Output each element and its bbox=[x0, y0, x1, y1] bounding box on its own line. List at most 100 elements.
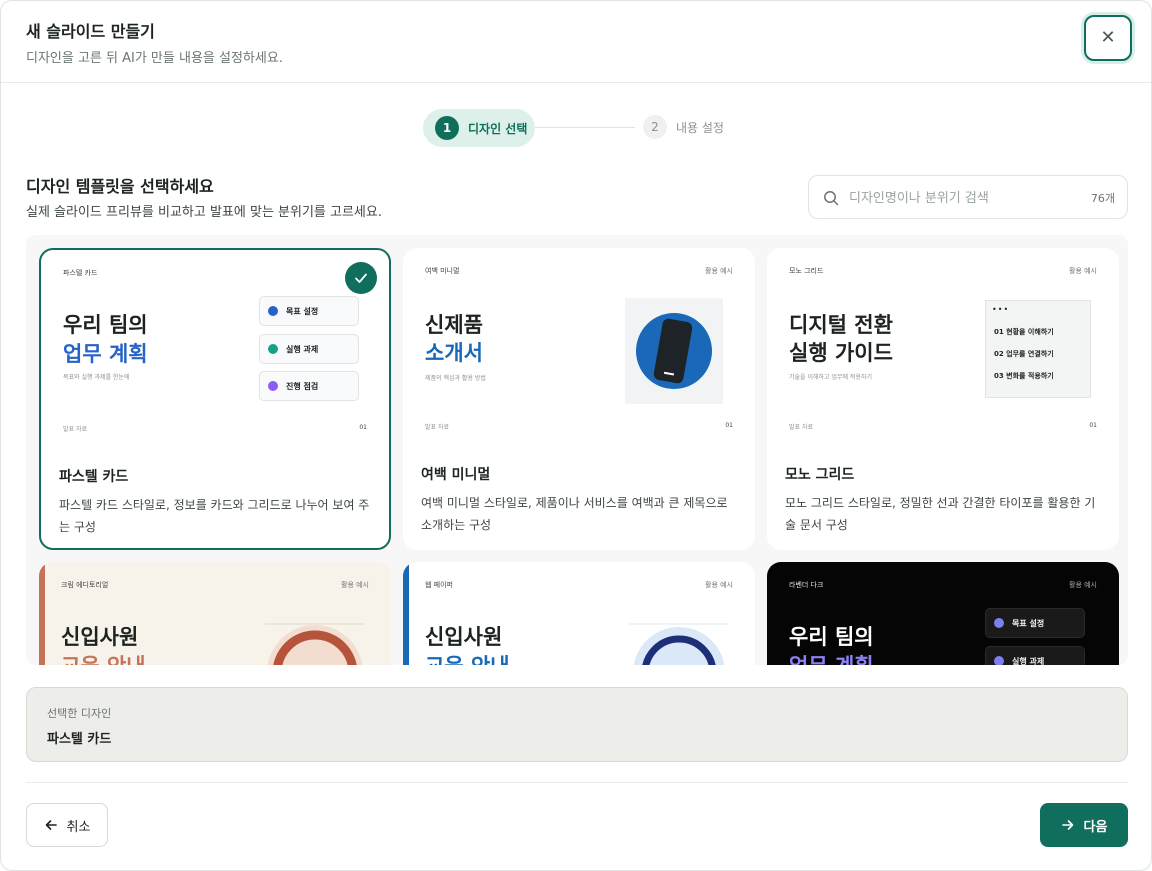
preview-pill: 실행 과제 bbox=[985, 646, 1085, 665]
preview-title: 실행 가이드 bbox=[789, 341, 893, 365]
preview-page-number: 01 bbox=[1089, 422, 1097, 429]
template-name: 여백 미니멀 bbox=[421, 467, 491, 483]
preview-title: 신제품 bbox=[425, 313, 483, 337]
preview-footer: 발표 자료 bbox=[63, 426, 87, 433]
preview-usage: 활용 예시 bbox=[705, 581, 733, 589]
pill-label: 진행 점검 bbox=[286, 381, 319, 391]
next-label: 다음 bbox=[1083, 819, 1108, 835]
template-description: 여백 미니멀 스타일로, 제품이나 서비스를 여백과 큰 제목으로 소개하는 구… bbox=[421, 496, 728, 532]
preview-title: 우리 팀의 bbox=[63, 313, 148, 337]
template-preview: 여백 미니멀 활용 예시 신제품 소개서 제품의 핵심과 활용 방법 발표 자료… bbox=[403, 248, 755, 444]
preview-title: 교육 안내 bbox=[61, 651, 146, 665]
modal-header: 새 슬라이드 만들기 디자인을 고른 뒤 AI가 만들 내용을 설정하세요. ✕ bbox=[1, 1, 1151, 83]
template-card-whitespace-minimal[interactable]: 여백 미니멀 활용 예시 신제품 소개서 제품의 핵심과 활용 방법 발표 자료… bbox=[403, 248, 755, 550]
close-button[interactable]: ✕ bbox=[1084, 15, 1132, 61]
pill-label: 목표 설정 bbox=[286, 306, 319, 316]
step-connector bbox=[535, 127, 635, 128]
dot-icon bbox=[268, 306, 278, 316]
pill-label: 실행 과제 bbox=[1012, 656, 1045, 666]
preview-tag: 웹 페이퍼 bbox=[425, 581, 453, 589]
selected-check-icon bbox=[345, 262, 377, 294]
step-label: 내용 설정 bbox=[676, 120, 724, 135]
section-subtitle: 실제 슬라이드 프리뷰를 비교하고 발표에 맞는 분위기를 고르세요. bbox=[26, 205, 382, 220]
selected-design-value: 파스텔 카드 bbox=[47, 732, 112, 747]
dot-icon bbox=[994, 656, 1004, 665]
preview-title: 업무 계획 bbox=[789, 651, 874, 665]
preview-tag: 모노 그리드 bbox=[789, 267, 824, 275]
template-card-lavender-dark[interactable]: 라벤더 다크 활용 예시 우리 팀의 업무 계획 목표 설정 실행 과제 bbox=[767, 562, 1119, 665]
preview-page-number: 01 bbox=[725, 422, 733, 429]
preview-title: 우리 팀의 bbox=[789, 625, 874, 649]
preview-pill: 목표 설정 bbox=[985, 608, 1085, 638]
phone-illustration bbox=[625, 298, 723, 404]
preview-caption: 목표와 실행 과제를 한눈에 bbox=[63, 374, 130, 381]
circle-illustration bbox=[629, 623, 729, 665]
new-slide-modal: 새 슬라이드 만들기 디자인을 고른 뒤 AI가 만들 내용을 설정하세요. ✕… bbox=[0, 0, 1152, 871]
template-description: 파스텔 카드 스타일로, 정보를 카드와 그리드로 나누어 보여 주는 구성 bbox=[59, 498, 370, 534]
preview-footer: 발표 자료 bbox=[789, 424, 813, 431]
template-count: 76개 bbox=[1090, 192, 1115, 205]
cancel-button[interactable]: 취소 bbox=[26, 803, 108, 847]
preview-usage: 활용 예시 bbox=[1069, 581, 1097, 589]
template-preview: 파스텔 카드 우리 팀의 업무 계획 목표와 실행 과제를 한눈에 목표 설정 … bbox=[41, 250, 389, 446]
preview-title: 신입사원 bbox=[61, 625, 139, 649]
accent-bar bbox=[39, 562, 45, 665]
circle-illustration bbox=[265, 623, 365, 665]
template-name: 모노 그리드 bbox=[785, 467, 855, 483]
dot-icon bbox=[268, 344, 278, 354]
preview-title: 디지털 전환 bbox=[789, 313, 893, 337]
step-number: 2 bbox=[643, 115, 667, 139]
preview-tag: 크림 에디토리얼 bbox=[61, 581, 109, 589]
section-title: 디자인 템플릿을 선택하세요 bbox=[26, 177, 214, 196]
selected-design-panel: 선택한 디자인 파스텔 카드 bbox=[26, 687, 1128, 762]
step-number: 1 bbox=[435, 116, 459, 140]
preview-title: 교육 안내 bbox=[425, 651, 510, 665]
dot-icon bbox=[994, 618, 1004, 628]
arrow-left-icon bbox=[45, 820, 57, 830]
template-preview: 모노 그리드 활용 예시 디지털 전환 실행 가이드 기술을 이해하고 업무에 … bbox=[767, 248, 1119, 444]
preview-list-item: 02 업무를 연결하기 bbox=[994, 350, 1054, 358]
template-card-mono-grid[interactable]: 모노 그리드 활용 예시 디지털 전환 실행 가이드 기술을 이해하고 업무에 … bbox=[767, 248, 1119, 550]
search-icon bbox=[824, 191, 839, 206]
pill-label: 실행 과제 bbox=[286, 344, 319, 354]
preview-usage: 활용 예시 bbox=[341, 581, 369, 589]
modal-subtitle: 디자인을 고른 뒤 AI가 만들 내용을 설정하세요. bbox=[26, 51, 283, 66]
modal-title: 새 슬라이드 만들기 bbox=[26, 22, 155, 41]
dots-icon: ••• bbox=[992, 305, 1010, 314]
preview-title: 소개서 bbox=[425, 341, 483, 365]
template-gallery[interactable]: 파스텔 카드 우리 팀의 업무 계획 목표와 실행 과제를 한눈에 목표 설정 … bbox=[26, 235, 1128, 665]
preview-pill: 목표 설정 bbox=[259, 296, 359, 326]
preview-list-item: 01 현황을 이해하기 bbox=[994, 328, 1054, 336]
next-button[interactable]: 다음 bbox=[1040, 803, 1128, 847]
selected-design-label: 선택한 디자인 bbox=[47, 707, 112, 720]
template-card-cream-editorial[interactable]: 크림 에디토리얼 활용 예시 신입사원 교육 안내 bbox=[39, 562, 391, 665]
accent-bar bbox=[403, 562, 409, 665]
step-label: 디자인 선택 bbox=[468, 121, 528, 136]
preview-usage: 활용 예시 bbox=[705, 267, 733, 275]
preview-page-number: 01 bbox=[359, 424, 367, 431]
preview-caption: 제품의 핵심과 활용 방법 bbox=[425, 375, 486, 382]
preview-footer: 발표 자료 bbox=[425, 424, 449, 431]
step-design-select: 1 디자인 선택 bbox=[423, 109, 535, 147]
preview-pill: 진행 점검 bbox=[259, 371, 359, 401]
preview-title: 업무 계획 bbox=[63, 342, 148, 366]
template-description: 모노 그리드 스타일로, 정밀한 선과 간결한 타이포를 활용한 기술 문서 구… bbox=[785, 496, 1096, 532]
preview-tag: 여백 미니멀 bbox=[425, 267, 460, 275]
cancel-label: 취소 bbox=[66, 819, 91, 835]
preview-caption: 기술을 이해하고 업무에 적용하기 bbox=[789, 374, 873, 381]
preview-pill: 실행 과제 bbox=[259, 334, 359, 364]
preview-tag: 파스텔 카드 bbox=[63, 269, 98, 277]
template-card-pastel-card[interactable]: 파스텔 카드 우리 팀의 업무 계획 목표와 실행 과제를 한눈에 목표 설정 … bbox=[39, 248, 391, 550]
preview-title: 신입사원 bbox=[425, 625, 503, 649]
preview-list-panel: ••• 01 현황을 이해하기 02 업무를 연결하기 03 변화를 적용하기 bbox=[985, 300, 1091, 398]
step-content-settings: 2 내용 설정 bbox=[643, 115, 724, 139]
footer-divider bbox=[26, 782, 1128, 783]
close-icon: ✕ bbox=[1100, 27, 1116, 48]
preview-list-item: 03 변화를 적용하기 bbox=[994, 372, 1054, 380]
preview-tag: 라벤더 다크 bbox=[789, 581, 824, 589]
template-card-web-paper[interactable]: 웹 페이퍼 활용 예시 신입사원 교육 안내 bbox=[403, 562, 755, 665]
dot-icon bbox=[268, 381, 278, 391]
search-input[interactable] bbox=[849, 186, 1069, 210]
pill-label: 목표 설정 bbox=[1012, 618, 1045, 628]
template-search[interactable]: 76개 bbox=[808, 175, 1128, 219]
